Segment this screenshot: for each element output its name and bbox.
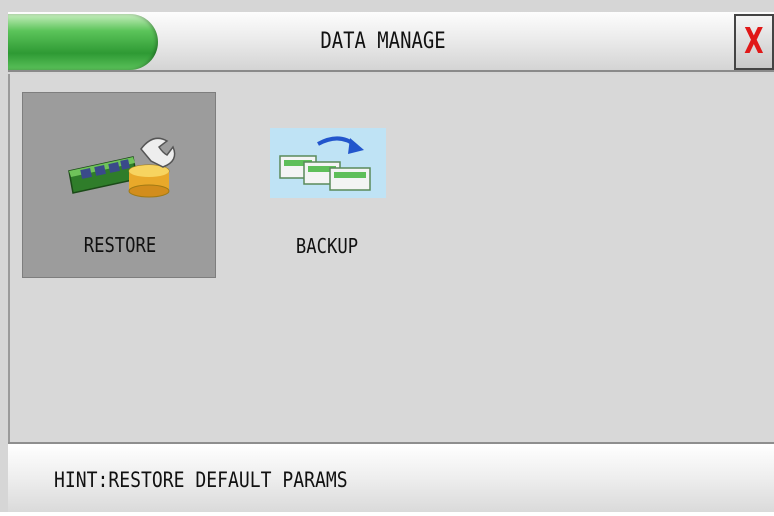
backup-button[interactable]: BACKUP	[230, 92, 424, 278]
close-icon: X	[744, 21, 764, 62]
restore-icon	[68, 137, 176, 198]
title-bar: DATA MANAGE X	[8, 12, 774, 72]
backup-label: BACKUP	[295, 234, 359, 258]
backup-icon	[270, 128, 386, 198]
close-button[interactable]: X	[734, 14, 774, 70]
hint-text: HINT:RESTORE DEFAULT PARAMS	[54, 468, 348, 492]
hint-bar: HINT:RESTORE DEFAULT PARAMS	[8, 442, 774, 512]
restore-label: RESTORE	[83, 233, 157, 257]
restore-button[interactable]: RESTORE	[22, 92, 216, 278]
title-accent-tab	[8, 14, 158, 70]
page-title: DATA MANAGE	[320, 29, 446, 54]
data-manage-window: DATA MANAGE X RESTORE BACKUP HINT:RESTOR…	[0, 0, 774, 512]
main-panel: RESTORE BACKUP	[8, 74, 774, 442]
